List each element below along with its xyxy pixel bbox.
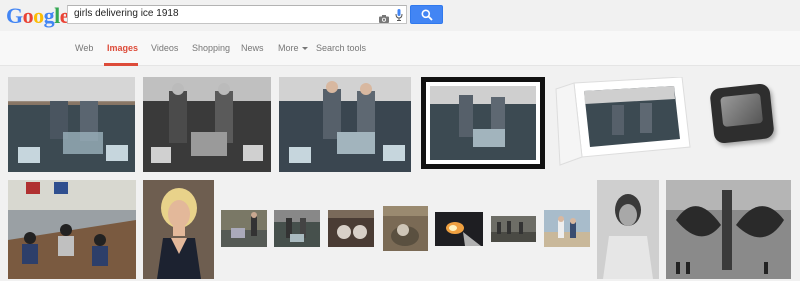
image-result[interactable] — [221, 210, 267, 247]
photo-ship-propellers — [666, 180, 791, 279]
image-result[interactable] — [597, 180, 659, 279]
photo-greeting-card — [555, 76, 691, 166]
photo-portrait-woman — [143, 180, 214, 279]
photo-framed-print — [426, 82, 540, 164]
photo-small-beach — [544, 210, 590, 247]
image-result[interactable] — [435, 212, 483, 246]
logo-letter: o — [22, 3, 34, 28]
photo-small-fire — [435, 212, 483, 246]
photo-small-street — [491, 216, 536, 242]
logo-letter: G — [6, 3, 23, 28]
logo-letter: o — [33, 3, 44, 28]
tab-more-label: More — [278, 43, 299, 53]
photo-small-ice — [274, 210, 320, 247]
photo-small-soldiers — [383, 206, 428, 251]
tab-more[interactable]: More — [278, 43, 308, 53]
tab-images[interactable]: Images — [107, 43, 138, 53]
photo-girls-ice-sepia — [279, 77, 411, 172]
search-input[interactable]: girls delivering ice 1918 — [67, 5, 407, 24]
magnifier-icon — [421, 9, 433, 21]
image-result[interactable] — [274, 210, 320, 247]
photo-classroom — [8, 180, 136, 279]
photo-small-dark — [328, 210, 374, 247]
image-result[interactable] — [491, 216, 536, 242]
search-button[interactable] — [410, 5, 443, 24]
photo-girls-ice-bw — [143, 77, 271, 172]
image-result[interactable] — [666, 180, 791, 279]
search-nav: Web Images Videos Shopping News More Sea… — [0, 31, 800, 66]
image-result-pillow[interactable] — [709, 83, 775, 144]
search-query-text: girls delivering ice 1918 — [74, 8, 179, 19]
tab-shopping[interactable]: Shopping — [192, 43, 230, 53]
search-tools-button[interactable]: Search tools — [316, 43, 366, 53]
tab-web[interactable]: Web — [75, 43, 93, 53]
photo-small-group — [221, 210, 267, 247]
image-result[interactable] — [8, 77, 135, 172]
google-logo[interactable]: Google — [6, 3, 70, 29]
photo-portrait-bw — [597, 180, 659, 279]
image-result[interactable] — [421, 77, 545, 169]
image-result[interactable] — [143, 77, 271, 172]
logo-letter: g — [43, 3, 55, 28]
image-result[interactable] — [143, 180, 214, 279]
caret-down-icon — [301, 47, 308, 51]
image-result[interactable] — [8, 180, 136, 279]
image-result[interactable] — [544, 210, 590, 247]
image-result[interactable] — [383, 206, 428, 251]
image-result[interactable] — [328, 210, 374, 247]
image-result[interactable] — [554, 76, 694, 169]
header-bar: Google girls delivering ice 1918 — [0, 0, 800, 31]
tab-videos[interactable]: Videos — [151, 43, 178, 53]
active-tab-indicator — [104, 63, 138, 66]
microphone-icon[interactable] — [395, 8, 403, 21]
photo-girls-ice-color — [8, 77, 135, 172]
image-result[interactable] — [279, 77, 411, 172]
camera-icon[interactable] — [379, 10, 389, 23]
tab-news[interactable]: News — [241, 43, 264, 53]
